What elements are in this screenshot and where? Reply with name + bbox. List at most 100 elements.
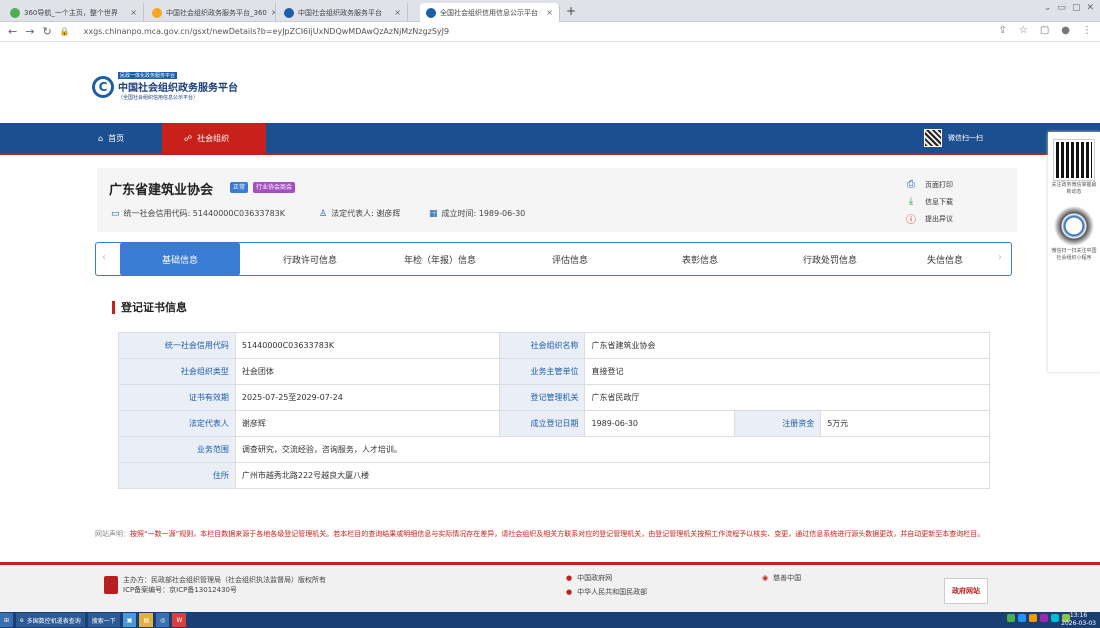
wechat-qr-icon — [1053, 139, 1095, 181]
browser-tab[interactable]: 360导航_一个主页，整个世界 × — [4, 3, 144, 22]
logo-small-label: 民政一体化政务服务平台 — [118, 72, 178, 79]
site-footer: 主办方：民政部社会组织管理局（社会组织执法监督局）版权所有 ICP备案编号：京IC… — [0, 562, 1100, 612]
table-label: 业务范围 — [119, 437, 236, 463]
close-icon[interactable]: × — [130, 8, 137, 17]
close-icon[interactable]: × — [271, 8, 275, 17]
browser-tab[interactable]: 中国社会组织政务服务平台 × — [278, 3, 408, 22]
page: C 民政一体化政务服务平台 中国社会组织政务服务平台 （全国社会组织信用信息公示… — [0, 42, 1100, 612]
tray-icon[interactable] — [1040, 614, 1048, 622]
mca-link[interactable]: ● 中华人民共和国民政部 — [566, 587, 647, 597]
person-icon: ♙ — [319, 208, 328, 219]
home-icon: ⌂ — [98, 133, 104, 143]
table-value: 调查研究，交流经验，咨询服务，人才培训。 — [235, 437, 990, 463]
lock-icon: 🔒 — [59, 27, 70, 36]
tray-icon[interactable] — [1007, 614, 1015, 622]
tab-title: 全国社会组织信用信息公示平台 — [440, 8, 538, 17]
charity-link[interactable]: ◉ 慈善中国 — [762, 573, 801, 583]
objection-button[interactable]: ⓘ 提出异议 — [905, 210, 953, 227]
table-value: 广东省建筑业协会 — [585, 333, 990, 359]
gov-link[interactable]: ● 中国政府网 — [566, 573, 612, 583]
site-favicon-icon — [284, 7, 294, 18]
tab-basic-info[interactable]: 基础信息 — [120, 243, 240, 275]
sidebar-icon[interactable]: ▢ — [1040, 25, 1049, 36]
category-badge: 行业协会商会 — [253, 182, 296, 193]
table-value: 2025-07-25至2029-07-24 — [235, 385, 500, 411]
back-icon[interactable]: ← — [8, 25, 17, 38]
maximize-icon[interactable]: ▢ — [1072, 3, 1081, 13]
taskbar-item[interactable]: e 多国数控机遣表查询 — [16, 613, 85, 627]
clock-date: 2026-03-03 — [1061, 620, 1096, 627]
tray-icon[interactable] — [1051, 614, 1059, 622]
chevron-down-icon[interactable]: ⌄ — [1044, 3, 1052, 13]
host-text: 主办方：民政部社会组织管理局（社会组织执法监督局）版权所有 — [123, 576, 326, 584]
registration-table: 统一社会信用代码 51440000C03633783K 社会组织名称 广东省建筑… — [118, 332, 990, 489]
founded-meta: ▦ 成立时间: 1989-06-30 — [429, 208, 525, 219]
chevron-right-icon[interactable]: › — [998, 252, 1002, 263]
taskbar-clock[interactable]: 13:16 2026-03-03 — [1061, 612, 1096, 628]
chevron-left-icon[interactable]: ‹ — [102, 252, 106, 263]
tab-annual-report[interactable]: 年检（年报）信息 — [380, 243, 500, 275]
taskbar-item-label: 多国数控机遣表查询 — [26, 617, 81, 625]
id-card-icon: ▭ — [111, 208, 120, 219]
windows-icon[interactable]: ▣ — [122, 613, 137, 627]
new-tab-button[interactable]: + — [566, 4, 576, 18]
main-nav: ⌂ 首页 ☍ 社会组织 微信扫一扫 — [0, 123, 1100, 155]
wps-icon[interactable]: W — [172, 613, 187, 627]
nav-home-label: 首页 — [108, 133, 125, 143]
profile-icon[interactable]: ● — [1061, 25, 1070, 36]
qr-code-icon — [924, 129, 942, 147]
table-label: 法定代表人 — [119, 411, 236, 437]
url-input[interactable]: xxgs.chinanpo.mca.gov.cn/gsxt/newDetails… — [84, 27, 449, 36]
tab-license-info[interactable]: 行政许可信息 — [250, 243, 370, 275]
site-favicon-icon — [152, 7, 162, 18]
browser-tab[interactable]: 中国社会组织政务服务平台_360 × — [146, 3, 276, 22]
taskbar-search[interactable]: 搜索一下 — [87, 613, 120, 627]
table-value: 广州市越秀北路222号越良大厦八楼 — [235, 463, 990, 489]
logo-emblem-icon: C — [92, 75, 114, 98]
table-value: 1989-06-30 — [585, 411, 736, 437]
tab-commendation[interactable]: 表彰信息 — [640, 243, 760, 275]
minimize-icon[interactable]: ▭ — [1057, 3, 1066, 13]
tab-penalty[interactable]: 行政处罚信息 — [770, 243, 890, 275]
tab-title: 360导航_一个主页，整个世界 — [24, 8, 118, 17]
wechat-scan[interactable]: 微信扫一扫 — [924, 129, 983, 147]
print-button[interactable]: ⎙ 页面打印 — [905, 176, 953, 193]
site-favicon-icon — [10, 7, 20, 18]
browser-tab-active[interactable]: 全国社会组织信用信息公示平台 × — [420, 3, 560, 22]
close-icon[interactable]: × — [394, 8, 401, 17]
menu-icon[interactable]: ⋮ — [1082, 25, 1092, 36]
forward-icon[interactable]: → — [25, 25, 34, 38]
star-icon[interactable]: ☆ — [1019, 25, 1028, 36]
table-row: 住所 广州市越秀北路222号越良大厦八楼 — [119, 463, 990, 489]
legal-rep-meta: ♙ 法定代表人: 谢彦辉 — [319, 208, 400, 219]
chrome-icon[interactable]: ◎ — [156, 613, 170, 627]
tray-icon[interactable] — [1029, 614, 1037, 622]
section-title: 登记证书信息 — [112, 301, 187, 314]
share-icon[interactable]: ⇪ — [998, 25, 1006, 36]
gov-website-badge[interactable]: 政府网站 — [944, 578, 988, 604]
tab-evaluation[interactable]: 评估信息 — [510, 243, 630, 275]
logo-subtitle: （全国社会组织信用信息公示平台） — [118, 95, 199, 101]
close-icon[interactable]: × — [546, 8, 553, 17]
site-logo[interactable]: C 民政一体化政务服务平台 中国社会组织政务服务平台 （全国社会组织信用信息公示… — [92, 72, 238, 101]
host-info: 主办方：民政部社会组织管理局（社会组织执法监督局）版权所有 ICP备案编号：京IC… — [104, 575, 326, 595]
table-value: 51440000C03633783K — [235, 333, 500, 359]
tab-dishonesty[interactable]: 失信信息 — [900, 243, 990, 275]
folder-icon[interactable]: ▤ — [139, 613, 154, 627]
reload-icon[interactable]: ↻ — [42, 25, 51, 38]
qr1-caption: 关注政务微信掌握最新动态 — [1051, 182, 1097, 195]
tab-title: 中国社会组织政务服务平台 — [298, 8, 382, 17]
table-value: 直接登记 — [585, 359, 990, 385]
mini-program-qr-icon — [1054, 206, 1094, 246]
table-label: 业务主管单位 — [499, 359, 586, 385]
close-window-icon[interactable]: ✕ — [1086, 3, 1094, 13]
tray-icon[interactable] — [1018, 614, 1026, 622]
gov-link-label: 中国政府网 — [577, 574, 613, 582]
download-button[interactable]: ⤓ 信息下载 — [905, 193, 953, 210]
clock-time: 13:16 — [1069, 612, 1088, 619]
start-button[interactable]: ⊞ — [0, 613, 14, 627]
status-badge: 正常 — [230, 182, 249, 193]
nav-home[interactable]: ⌂ 首页 — [98, 123, 124, 153]
table-row: 统一社会信用代码 51440000C03633783K 社会组织名称 广东省建筑… — [119, 333, 990, 359]
nav-social-org[interactable]: ☍ 社会组织 — [162, 123, 266, 153]
